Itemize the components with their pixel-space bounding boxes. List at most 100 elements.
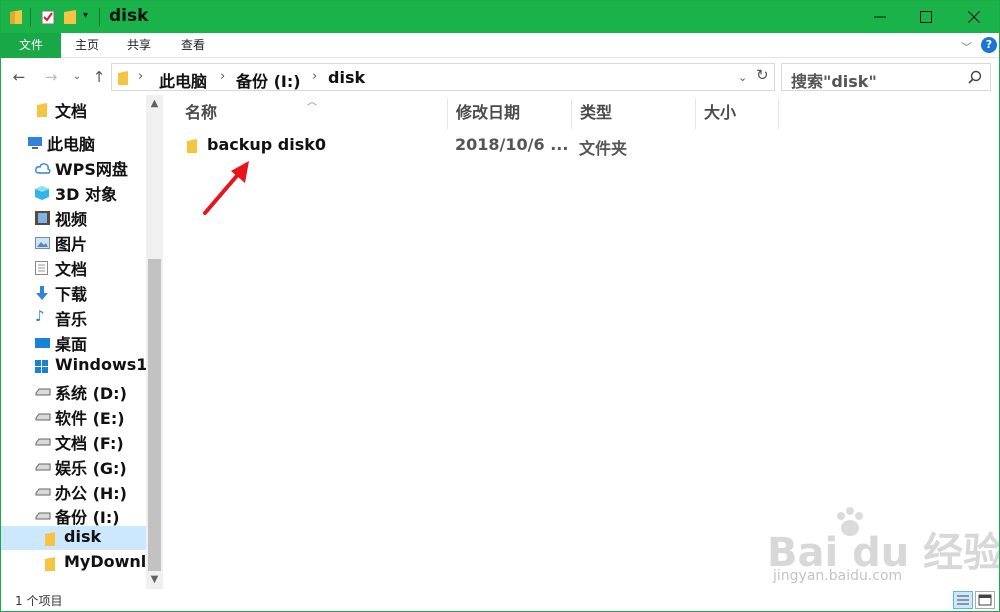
- sidebar-item-documents-quick[interactable]: 文档: [1, 97, 146, 121]
- file-name: backup disk0: [207, 135, 327, 154]
- window-title: disk: [109, 6, 149, 26]
- explorer-window: ▾ disk 文件 主页 共享 查看 ﹀ ? ← → ⌄ ↑ › 此电脑 › 备…: [0, 0, 1000, 612]
- ribbon-tabs: 文件 主页 共享 查看 ﹀ ?: [1, 33, 999, 58]
- sidebar-item-drive-g[interactable]: 娱乐 (G:): [1, 454, 146, 478]
- table-row[interactable]: backup disk0 2018/10/6 ... 文件夹: [177, 133, 779, 158]
- folder-icon: [37, 102, 52, 117]
- drive-icon: [35, 459, 51, 473]
- address-bar[interactable]: › 此电脑 › 备份 (I:) › disk ⌄ ↻: [111, 63, 775, 91]
- sidebar-item-drive-h[interactable]: 办公 (H:): [1, 479, 146, 503]
- close-icon: [968, 11, 980, 23]
- desktop-icon: [35, 335, 50, 349]
- column-type[interactable]: 类型: [572, 99, 696, 129]
- scrollbar-thumb[interactable]: [148, 259, 161, 571]
- refresh-icon[interactable]: ↻: [756, 66, 769, 84]
- video-icon: [35, 210, 50, 225]
- cloud-icon: [35, 160, 51, 174]
- drive-icon: [35, 484, 51, 498]
- title-bar: ▾ disk: [1, 1, 999, 33]
- properties-icon[interactable]: [41, 9, 55, 25]
- tab-file[interactable]: 文件: [1, 33, 61, 58]
- sidebar-item-this-pc[interactable]: 此电脑: [1, 130, 146, 154]
- sidebar-item-pictures[interactable]: 图片: [1, 230, 146, 254]
- expand-ribbon-icon[interactable]: ﹀: [961, 39, 972, 55]
- sidebar-item-windows-drive[interactable]: Windows10: [1, 354, 146, 378]
- drive-icon: [35, 409, 51, 423]
- breadcrumb-this-pc[interactable]: 此电脑: [159, 68, 207, 92]
- column-name[interactable]: 名称: [177, 99, 448, 129]
- status-bar: 1 个项目: [1, 589, 999, 611]
- sidebar-item-mydownloads[interactable]: MyDownloads: [1, 551, 146, 575]
- breadcrumb-disk[interactable]: disk: [328, 68, 365, 87]
- address-dropdown-icon[interactable]: ⌄: [738, 71, 747, 84]
- watermark-url: jingyan.baidu.com: [773, 568, 903, 584]
- sidebar-item-wps-cloud[interactable]: WPS网盘: [1, 155, 146, 179]
- details-view-icon: [957, 595, 969, 605]
- breadcrumb-separator: ›: [220, 69, 226, 84]
- sidebar-item-3d-objects[interactable]: 3D 对象: [1, 180, 146, 204]
- sidebar-item-music[interactable]: ♪ 音乐: [1, 305, 146, 329]
- recent-locations-icon[interactable]: ⌄: [67, 67, 87, 87]
- sidebar-item-downloads[interactable]: 下载: [1, 280, 146, 304]
- scroll-up-icon[interactable]: ▲: [146, 95, 163, 112]
- sidebar-item-desktop[interactable]: 桌面: [1, 330, 146, 354]
- this-pc-icon: [27, 135, 42, 149]
- windows-drive-icon: [35, 359, 50, 373]
- sidebar-item-documents[interactable]: 文档: [1, 255, 146, 279]
- up-button[interactable]: ↑: [89, 67, 109, 87]
- tab-home[interactable]: 主页: [61, 33, 113, 58]
- sidebar-item-drive-i[interactable]: 备份 (I:): [1, 503, 146, 527]
- large-icons-view-icon: [978, 594, 992, 606]
- sidebar-item-videos[interactable]: 视频: [1, 205, 146, 229]
- maximize-icon: [920, 11, 932, 23]
- breadcrumb-separator: ›: [138, 69, 144, 84]
- minimize-button[interactable]: [857, 1, 903, 33]
- documents-icon: [35, 260, 50, 275]
- folder-icon: [9, 9, 23, 25]
- folder-icon: [45, 556, 60, 571]
- maximize-button[interactable]: [903, 1, 949, 33]
- search-box[interactable]: 搜索"disk": [781, 63, 991, 91]
- minimize-icon: [874, 16, 886, 18]
- details-view-button[interactable]: [953, 591, 973, 609]
- drive-icon: [35, 508, 51, 522]
- new-folder-icon[interactable]: [63, 9, 77, 25]
- large-icons-view-button[interactable]: [975, 591, 995, 609]
- sidebar-item-drive-f[interactable]: 文档 (F:): [1, 429, 146, 453]
- annotation-arrow: [203, 161, 249, 215]
- close-button[interactable]: [951, 1, 997, 33]
- navigation-bar: ← → ⌄ ↑ › 此电脑 › 备份 (I:) › disk ⌄ ↻ 搜索"di…: [1, 59, 999, 95]
- forward-button[interactable]: →: [41, 67, 61, 87]
- file-type: 文件夹: [579, 139, 628, 158]
- sidebar-scrollbar[interactable]: ▲ ▼: [146, 95, 163, 589]
- breadcrumb-separator: ›: [312, 69, 318, 84]
- scroll-down-icon[interactable]: ▼: [146, 571, 163, 588]
- folder-icon: [45, 531, 60, 546]
- pictures-icon: [35, 235, 50, 249]
- 3d-objects-icon: [35, 185, 50, 200]
- column-size[interactable]: 大小: [696, 99, 779, 129]
- sidebar-item-disk[interactable]: disk: [1, 526, 146, 550]
- tab-view[interactable]: 查看: [167, 33, 219, 58]
- drive-icon: [35, 434, 51, 448]
- help-icon[interactable]: ?: [981, 37, 997, 53]
- sidebar-item-drive-e[interactable]: 软件 (E:): [1, 404, 146, 428]
- item-count: 1 个项目: [15, 594, 63, 608]
- back-button[interactable]: ←: [9, 67, 29, 87]
- download-icon: [35, 285, 50, 300]
- customize-toolbar-icon[interactable]: ▾: [83, 10, 97, 26]
- column-date-modified[interactable]: 修改日期: [448, 99, 572, 129]
- file-date: 2018/10/6 ...: [455, 135, 569, 154]
- search-icon[interactable]: [968, 69, 982, 88]
- tab-share[interactable]: 共享: [113, 33, 165, 58]
- folder-icon: [118, 70, 128, 89]
- breadcrumb-backup-drive[interactable]: 备份 (I:): [236, 68, 301, 92]
- folder-icon: [187, 138, 197, 157]
- sidebar-item-drive-d[interactable]: 系统 (D:): [1, 379, 146, 403]
- search-placeholder: 搜索"disk": [791, 72, 877, 91]
- baidu-watermark: Bai du 经验 jingyan.baidu.com: [767, 506, 999, 591]
- divider: [30, 8, 31, 26]
- divider: [99, 8, 100, 26]
- navigation-pane: 文档 此电脑 WPS网盘 3D 对象 视频 图片 文档 下载 ♪ 音乐 桌面 W…: [1, 95, 163, 589]
- music-icon: ♪: [35, 307, 45, 325]
